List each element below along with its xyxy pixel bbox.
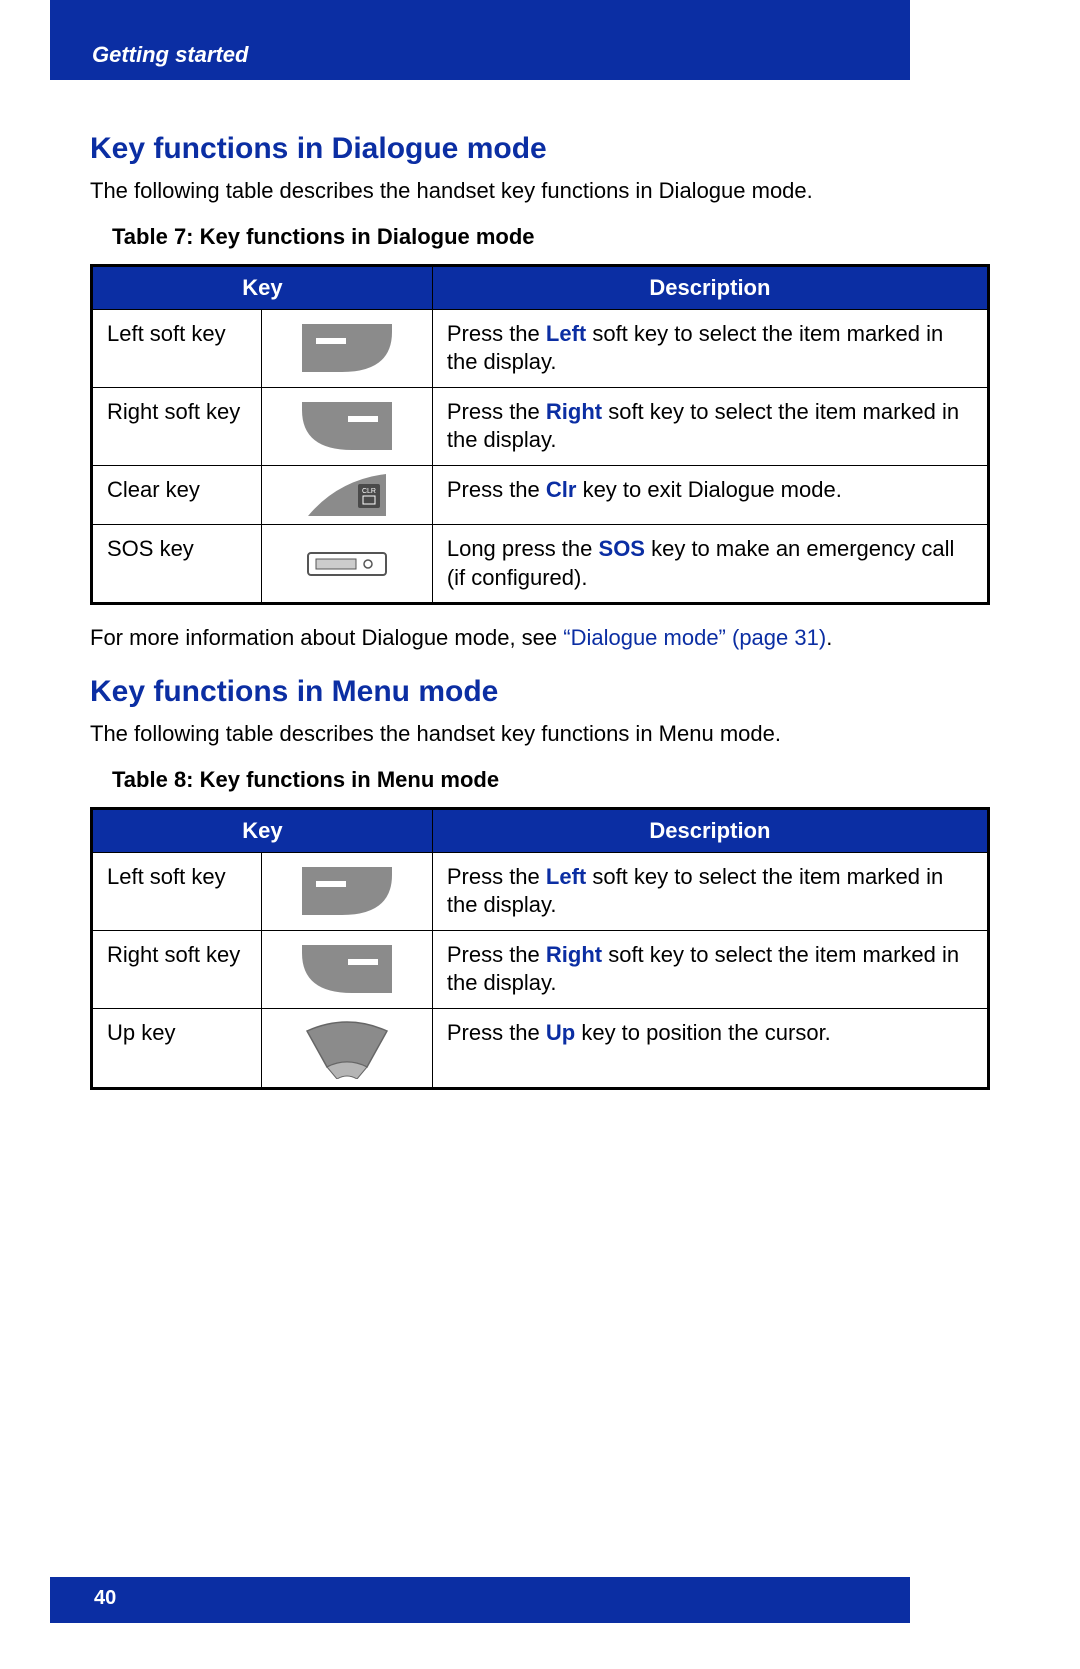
table-row: SOS key Long press the SOS key to make a… (92, 525, 989, 604)
col-key: Key (92, 808, 433, 852)
desc-bold: SOS (599, 536, 645, 561)
table-dialogue: Key Description Left soft key Press the … (90, 264, 990, 606)
col-desc: Description (432, 808, 988, 852)
desc-text: key to exit Dialogue mode. (576, 477, 841, 502)
desc-text: Press the (447, 864, 546, 889)
section-title-dialogue: Key functions in Dialogue mode (90, 132, 990, 166)
key-desc: Press the Left soft key to select the it… (432, 852, 988, 930)
page-number: 40 (94, 1587, 116, 1610)
desc-text: Press the (447, 321, 546, 346)
clear-key-icon: CLR (262, 466, 432, 525)
key-desc: Long press the SOS key to make an emerge… (432, 525, 988, 604)
desc-text: key to position the cursor. (575, 1020, 831, 1045)
svg-text:CLR: CLR (362, 488, 376, 495)
key-desc: Press the Left soft key to select the it… (432, 309, 988, 387)
desc-text: Long press the (447, 536, 599, 561)
dialogue-mode-link[interactable]: “Dialogue mode” (page 31) (563, 625, 826, 650)
section-after-dialogue: For more information about Dialogue mode… (90, 623, 990, 653)
left-soft-key-icon (262, 309, 432, 387)
table-caption-7: Table 7: Key functions in Dialogue mode (112, 224, 990, 250)
table-row: Clear key CLR Press the Clr key to exit … (92, 466, 989, 525)
key-desc: Press the Right soft key to select the i… (432, 387, 988, 465)
section-intro-menu: The following table describes the handse… (90, 719, 990, 749)
key-name: Right soft key (92, 930, 262, 1008)
header-band: Getting started (50, 0, 910, 80)
key-name: Left soft key (92, 852, 262, 930)
desc-text: Press the (447, 399, 546, 424)
key-name: Clear key (92, 466, 262, 525)
desc-text: Press the (447, 1020, 546, 1045)
desc-text: Press the (447, 942, 546, 967)
table-row: Right soft key Press the Right soft key … (92, 387, 989, 465)
table-row: Left soft key Press the Left soft key to… (92, 309, 989, 387)
key-desc: Press the Clr key to exit Dialogue mode. (432, 466, 988, 525)
after-text: For more information about Dialogue mode… (90, 625, 563, 650)
header-section-label: Getting started (92, 42, 248, 68)
right-soft-key-icon (262, 930, 432, 1008)
table-row: Right soft key Press the Right soft key … (92, 930, 989, 1008)
key-desc: Press the Right soft key to select the i… (432, 930, 988, 1008)
desc-bold: Right (546, 942, 602, 967)
key-name: Left soft key (92, 309, 262, 387)
left-soft-key-icon (262, 852, 432, 930)
desc-bold: Right (546, 399, 602, 424)
table-menu: Key Description Left soft key Press the … (90, 807, 990, 1090)
up-key-icon (262, 1009, 432, 1089)
desc-bold: Left (546, 864, 586, 889)
desc-bold: Clr (546, 477, 577, 502)
key-name: Up key (92, 1009, 262, 1089)
right-soft-key-icon (262, 387, 432, 465)
col-desc: Description (432, 265, 988, 309)
sos-key-icon (262, 525, 432, 604)
desc-bold: Up (546, 1020, 575, 1045)
key-name: Right soft key (92, 387, 262, 465)
section-title-menu: Key functions in Menu mode (90, 675, 990, 709)
page-content: Key functions in Dialogue mode The follo… (0, 80, 1080, 1090)
table-row: Left soft key Press the Left soft key to… (92, 852, 989, 930)
section-intro-dialogue: The following table describes the handse… (90, 176, 990, 206)
desc-bold: Left (546, 321, 586, 346)
after-text: . (826, 625, 832, 650)
table-row: Up key Press the Up key to position the … (92, 1009, 989, 1089)
table-caption-8: Table 8: Key functions in Menu mode (112, 767, 990, 793)
col-key: Key (92, 265, 433, 309)
desc-text: Press the (447, 477, 546, 502)
key-desc: Press the Up key to position the cursor. (432, 1009, 988, 1089)
key-name: SOS key (92, 525, 262, 604)
footer-band: 40 (50, 1577, 910, 1623)
